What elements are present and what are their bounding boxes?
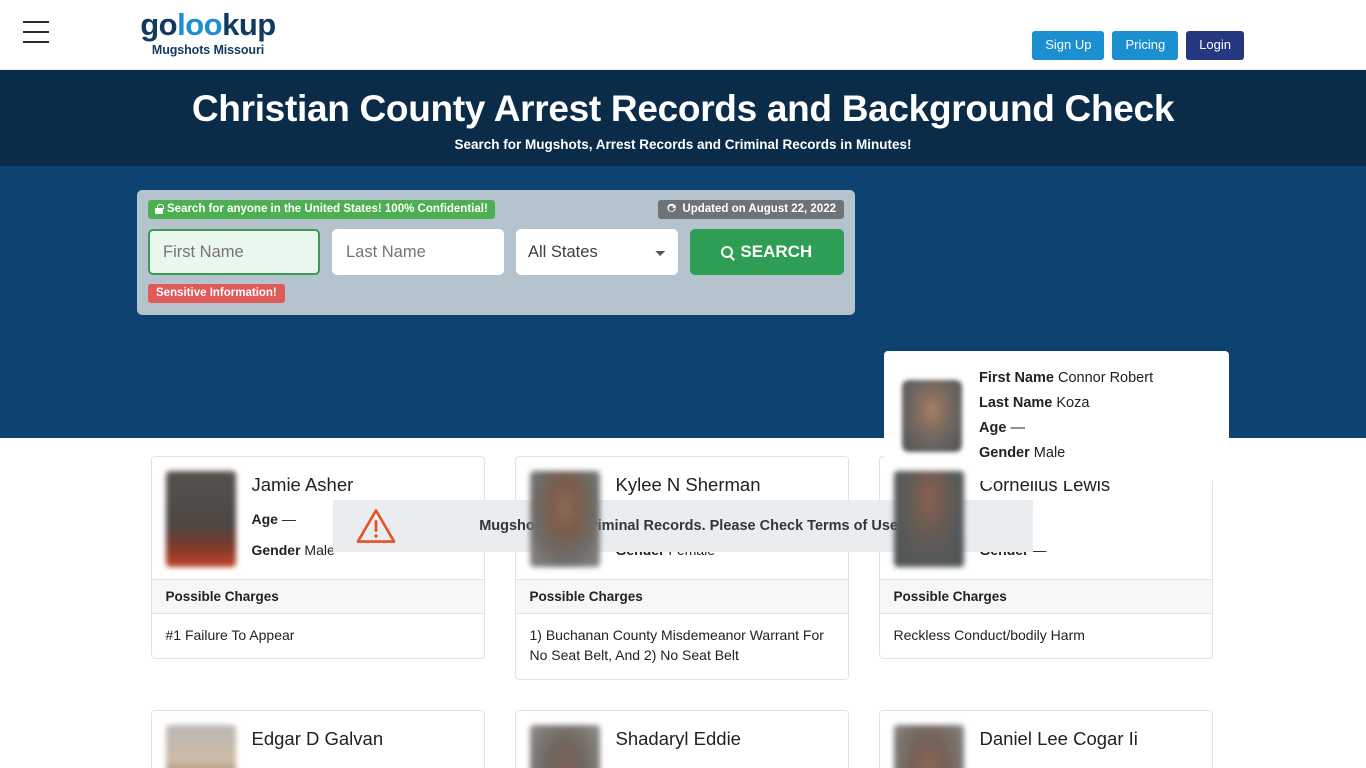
search-section: Search for anyone in the United States! …: [0, 166, 1366, 552]
results-section: Jamie Asher Age — Gender Male Possible C…: [0, 438, 1366, 768]
result-age-label: Age: [252, 765, 278, 768]
logo-text-part1: go: [140, 7, 178, 42]
result-age: Age —: [980, 765, 1138, 768]
possible-charges-header: Possible Charges: [515, 579, 848, 614]
search-panel-header: Search for anyone in the United States! …: [148, 199, 844, 219]
logo-subtitle: Mugshots Missouri: [151, 42, 265, 57]
sign-up-button[interactable]: Sign Up: [1032, 31, 1105, 60]
result-name: Daniel Lee Cogar Ii: [979, 727, 1138, 749]
result-name: Jamie Asher: [251, 474, 354, 495]
state-select[interactable]: All States: [516, 229, 678, 275]
hamburger-line: [23, 41, 49, 43]
mugshot-thumbnail: [529, 724, 600, 768]
result-card-info: Edgar D Galvan Age 23: [252, 725, 384, 768]
sensitive-information-badge: Sensitive Information!: [148, 284, 285, 303]
result-card[interactable]: Corneilus Lewis Age 34 Gender — Possible…: [878, 456, 1213, 660]
mugshot-thumbnail: [529, 471, 600, 567]
result-age: Age —: [616, 765, 741, 768]
search-panel: Search for anyone in the United States! …: [137, 190, 855, 315]
result-name: Shadaryl Eddie: [615, 727, 741, 749]
featured-age-row: Age —: [979, 416, 1153, 441]
featured-gender-label: Gender: [979, 444, 1030, 461]
result-name: Kylee N Sherman: [615, 474, 761, 495]
logo-text-part2: loo: [177, 7, 223, 42]
mugshot-thumbnail: [165, 724, 236, 768]
hamburger-menu-icon[interactable]: [23, 21, 49, 43]
logo-text-part3: kup: [222, 7, 276, 42]
result-card[interactable]: Shadaryl Eddie Age —: [514, 709, 849, 768]
mugshot-thumbnail: [893, 724, 964, 768]
featured-gender-value: Male: [1033, 444, 1066, 461]
result-gender-value: Male: [304, 542, 335, 558]
result-card[interactable]: Daniel Lee Cogar Ii Age —: [878, 709, 1213, 768]
result-age-label: Age: [616, 765, 642, 768]
result-name: Edgar D Galvan: [251, 727, 384, 749]
result-age-value: —: [1010, 765, 1024, 768]
featured-person-details: First Name Connor Robert Last Name Koza …: [979, 366, 1153, 466]
page-title: Christian County Arrest Records and Back…: [191, 88, 1175, 129]
top-nav: Sign Up Pricing Login: [1032, 31, 1244, 60]
featured-first-name-row: First Name Connor Robert: [979, 366, 1153, 391]
featured-mugshot-thumbnail: [902, 380, 962, 452]
confidential-badge: Search for anyone in the United States! …: [148, 199, 495, 219]
result-age-value: —: [281, 511, 296, 527]
featured-first-name-value: Connor Robert: [1057, 370, 1154, 387]
updated-badge: Updated on August 22, 2022: [658, 199, 844, 219]
possible-charges-header: Possible Charges: [879, 579, 1212, 614]
result-card[interactable]: Jamie Asher Age — Gender Male Possible C…: [150, 456, 485, 660]
top-bar: golookup Mugshots Missouri Sign Up Prici…: [0, 0, 1366, 70]
possible-charges-text: Reckless Conduct/bodily Harm: [893, 627, 1085, 643]
result-age-label: Age: [251, 511, 278, 527]
magnifier-icon: [721, 246, 734, 258]
lock-icon: [155, 203, 164, 214]
result-gender-value: —: [1032, 542, 1047, 558]
confidential-badge-label: Search for anyone in the United States! …: [167, 202, 488, 215]
search-button-label: SEARCH: [740, 242, 813, 261]
mugshot-thumbnail: [893, 471, 964, 567]
site-logo[interactable]: golookup Mugshots Missouri: [136, 7, 280, 57]
hero-banner: Christian County Arrest Records and Back…: [0, 70, 1366, 166]
featured-last-name-row: Last Name Koza: [979, 391, 1153, 416]
hamburger-line: [23, 21, 49, 23]
first-name-input[interactable]: [148, 229, 320, 275]
featured-last-name-value: Koza: [1056, 395, 1090, 412]
login-button[interactable]: Login: [1186, 31, 1244, 60]
refresh-icon: [667, 203, 677, 212]
result-card-header: Edgar D Galvan Age 23: [152, 711, 484, 768]
search-form: All States SEARCH: [148, 229, 844, 275]
result-age-label: Age: [980, 765, 1006, 768]
result-card-header: Shadaryl Eddie Age —: [516, 711, 848, 768]
pricing-button[interactable]: Pricing: [1112, 31, 1179, 60]
result-age-value: 23: [282, 765, 298, 768]
result-card-info: Daniel Lee Cogar Ii Age —: [980, 725, 1138, 768]
result-gender-label: Gender: [251, 542, 301, 558]
possible-charges-header: Possible Charges: [151, 579, 484, 614]
page-subtitle: Search for Mugshots, Arrest Records and …: [454, 137, 912, 152]
result-card-info: Shadaryl Eddie Age —: [616, 725, 741, 768]
featured-last-name-label: Last Name: [979, 395, 1053, 412]
possible-charges-text: 1) Buchanan County Misdemeanor Warrant F…: [529, 627, 824, 664]
logo-wordmark: golookup: [136, 7, 280, 42]
featured-gender-row: Gender Male: [979, 441, 1153, 466]
result-card[interactable]: Kylee N Sherman Age 33 Gender Female Pos…: [514, 456, 849, 680]
featured-age-label: Age: [979, 420, 1007, 436]
warning-triangle-icon: [356, 509, 396, 543]
possible-charges-text: #1 Failure To Appear: [165, 627, 295, 643]
featured-first-name-label: First Name: [979, 370, 1054, 387]
result-age: Age 23: [252, 765, 384, 768]
result-card[interactable]: Edgar D Galvan Age 23: [150, 709, 485, 768]
featured-age-value: —: [1010, 420, 1025, 436]
featured-person-card[interactable]: First Name Connor Robert Last Name Koza …: [884, 351, 1229, 481]
result-age-value: —: [646, 765, 660, 768]
search-button[interactable]: SEARCH: [689, 229, 844, 275]
result-card-header: Daniel Lee Cogar Ii Age —: [880, 711, 1212, 768]
mugshot-thumbnail: [165, 471, 236, 567]
hamburger-line: [23, 31, 49, 33]
last-name-input[interactable]: [332, 229, 504, 275]
updated-badge-label: Updated on August 22, 2022: [682, 202, 836, 215]
